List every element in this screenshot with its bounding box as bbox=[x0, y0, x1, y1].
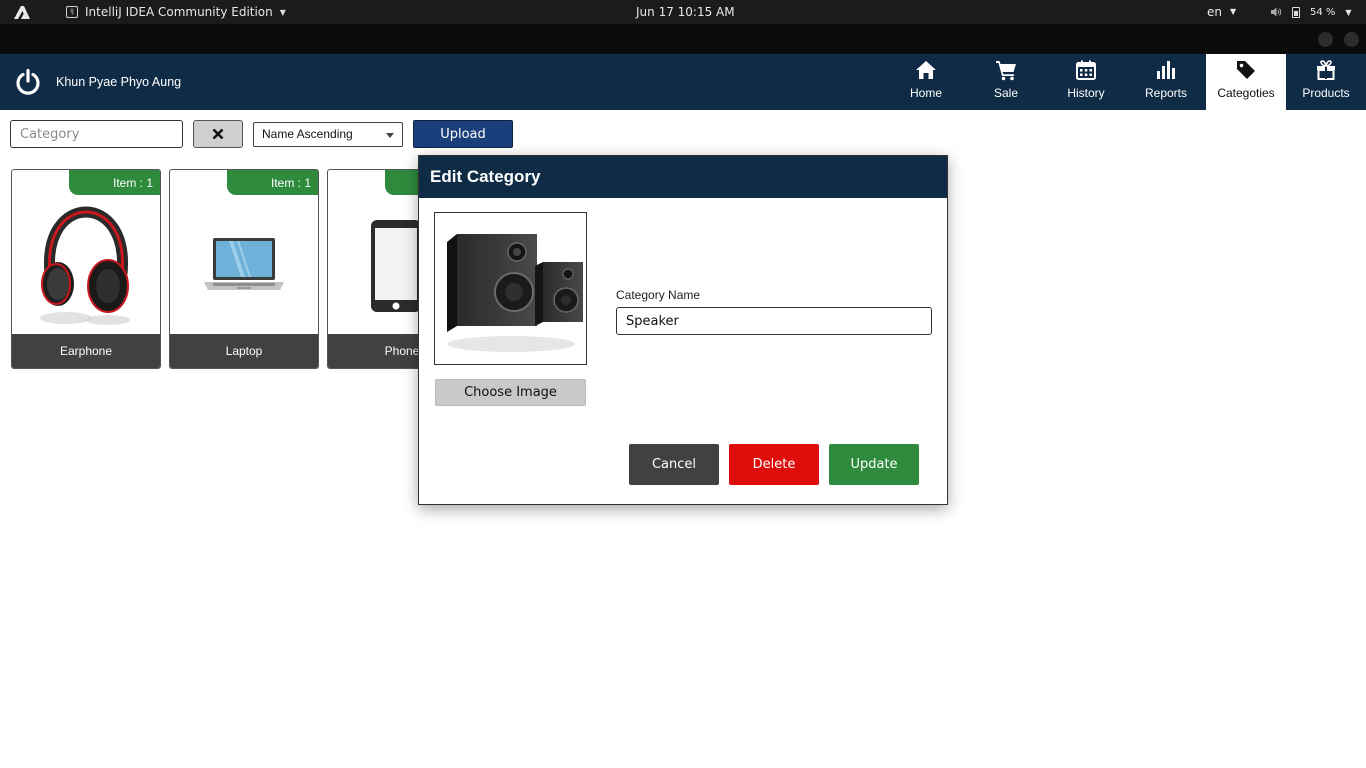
delete-button[interactable]: Delete bbox=[729, 444, 819, 485]
bar-chart-icon bbox=[1157, 61, 1175, 79]
home-icon bbox=[916, 61, 936, 79]
nav-products[interactable]: Products bbox=[1286, 54, 1366, 110]
gift-icon bbox=[1317, 60, 1335, 80]
cart-icon bbox=[996, 61, 1016, 81]
upload-button[interactable]: Upload bbox=[413, 120, 513, 148]
nav-sale[interactable]: Sale bbox=[966, 54, 1046, 110]
chevron-down-icon: ▼ bbox=[1230, 7, 1237, 16]
main-nav: Home Sale History Reports Categoties Pro… bbox=[886, 54, 1366, 110]
chevron-down-icon: ▼ bbox=[279, 7, 286, 17]
chevron-down-icon: ▼ bbox=[1345, 7, 1352, 17]
category-card-earphone[interactable]: Item : 1 Earphone bbox=[11, 169, 161, 369]
clock[interactable]: Jun 17 10:15 AM bbox=[636, 0, 735, 24]
edit-category-dialog: Edit Category Choose Image Category Name… bbox=[418, 155, 948, 505]
nav-history[interactable]: History bbox=[1046, 54, 1126, 110]
nav-categories-label: Categoties bbox=[1217, 86, 1275, 100]
nav-reports-label: Reports bbox=[1144, 86, 1188, 100]
update-button[interactable]: Update bbox=[829, 444, 919, 485]
speaker-volume-icon bbox=[1271, 7, 1282, 17]
intellij-icon: IJ bbox=[66, 6, 78, 18]
battery-percentage: 54 % bbox=[1310, 6, 1336, 18]
clear-search-button[interactable] bbox=[193, 120, 243, 148]
chevron-down-icon bbox=[386, 133, 394, 138]
minimize-button[interactable] bbox=[1318, 32, 1333, 47]
window-titlebar bbox=[0, 24, 1366, 54]
sort-select[interactable]: Name Ascending bbox=[253, 122, 403, 147]
sort-selected-value: Name Ascending bbox=[262, 127, 353, 141]
close-button[interactable] bbox=[1344, 32, 1359, 47]
category-image bbox=[170, 195, 318, 334]
system-tray[interactable]: 54 % ▼ bbox=[1270, 0, 1352, 24]
launcher-icon[interactable] bbox=[12, 4, 32, 20]
choose-image-button[interactable]: Choose Image bbox=[435, 379, 586, 406]
active-app-name: IntelliJ IDEA Community Edition bbox=[85, 5, 273, 19]
calendar-icon bbox=[1076, 60, 1096, 80]
nav-history-label: History bbox=[1067, 86, 1105, 100]
category-card-laptop[interactable]: Item : 1 Laptop bbox=[169, 169, 319, 369]
category-name: Laptop bbox=[170, 334, 318, 368]
user-name: Khun Pyae Phyo Aung bbox=[56, 75, 182, 89]
language-selector[interactable]: en ▼ bbox=[1207, 0, 1236, 24]
close-icon bbox=[212, 128, 224, 140]
dialog-title: Edit Category bbox=[419, 156, 947, 198]
speaker-image bbox=[446, 234, 583, 352]
battery-icon bbox=[1292, 6, 1300, 18]
nav-home[interactable]: Home bbox=[886, 54, 966, 110]
app-header: Khun Pyae Phyo Aung Home Sale History Re… bbox=[0, 54, 1366, 110]
active-app-menu[interactable]: IJ IntelliJ IDEA Community Edition ▼ bbox=[66, 0, 286, 24]
headphones-image bbox=[40, 206, 130, 325]
tag-icon bbox=[1237, 61, 1255, 79]
category-image bbox=[12, 195, 160, 334]
laptop-image bbox=[204, 237, 284, 290]
category-name-label: Category Name bbox=[616, 288, 701, 302]
nav-categories[interactable]: Categoties bbox=[1206, 54, 1286, 110]
item-count-badge: Item : 1 bbox=[227, 170, 318, 195]
category-name-input[interactable] bbox=[616, 307, 932, 335]
nav-reports[interactable]: Reports bbox=[1126, 54, 1206, 110]
category-name: Earphone bbox=[12, 334, 160, 368]
nav-home-label: Home bbox=[909, 86, 942, 100]
category-search-input[interactable] bbox=[10, 120, 183, 148]
category-image-preview bbox=[434, 212, 587, 365]
nav-sale-label: Sale bbox=[993, 86, 1019, 100]
nav-products-label: Products bbox=[1302, 86, 1350, 100]
power-icon[interactable] bbox=[14, 68, 42, 96]
item-count-badge: Item : 1 bbox=[69, 170, 160, 195]
language-label: en bbox=[1207, 5, 1222, 19]
os-top-bar: IJ IntelliJ IDEA Community Edition ▼ Jun… bbox=[0, 0, 1366, 24]
cancel-button[interactable]: Cancel bbox=[629, 444, 719, 485]
